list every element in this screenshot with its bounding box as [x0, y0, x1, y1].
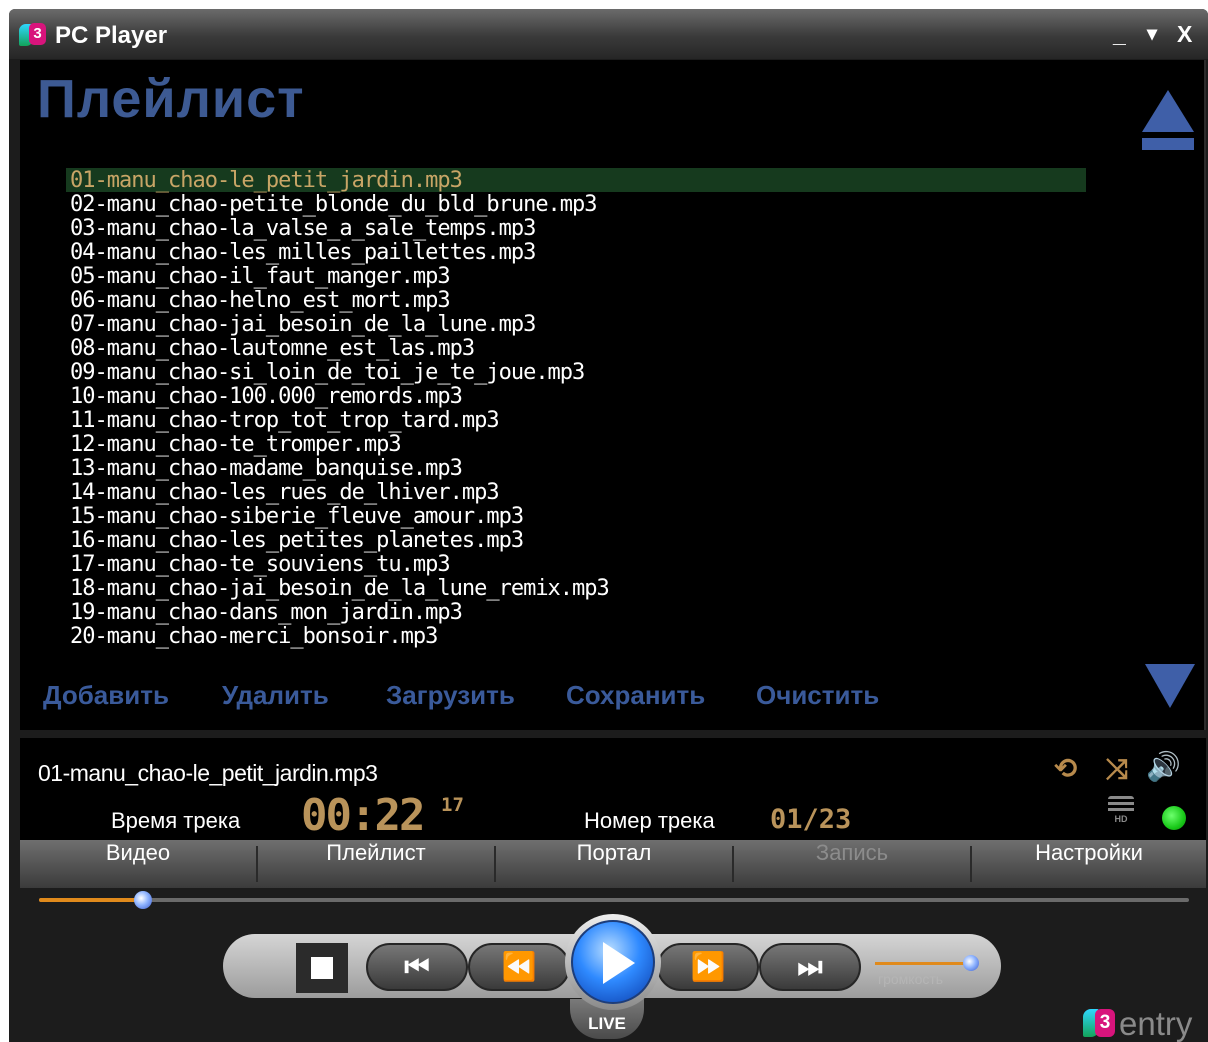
volume-handle[interactable] — [963, 955, 979, 971]
track-time: 00:22 — [301, 790, 425, 841]
dropdown-menu-button[interactable]: ▾ — [1147, 21, 1157, 47]
rewind-icon: ⏪ — [501, 950, 537, 983]
arrow-up-icon — [1142, 90, 1194, 132]
play-button[interactable] — [571, 920, 655, 1004]
seek-bar[interactable] — [39, 891, 1189, 909]
playlist-track-item[interactable]: 02-manu_chao-petite_blonde_du_bld_brune.… — [66, 192, 1086, 217]
next-track-button[interactable]: ⏭ — [759, 943, 861, 991]
scroll-down-button[interactable] — [1145, 664, 1195, 708]
title-bar[interactable]: 3 PC Player _ ▾ X — [9, 9, 1208, 59]
playlist-track-item[interactable]: 05-manu_chao-il_faut_manger.mp3 — [66, 264, 1086, 289]
playlist-track-item[interactable]: 19-manu_chao-dans_mon_jardin.mp3 — [66, 600, 1086, 625]
playlist-track-item[interactable]: 01-manu_chao-le_petit_jardin.mp3 — [66, 168, 1086, 193]
tab-video[interactable]: Видео — [20, 840, 256, 888]
playlist-track-item[interactable]: 12-manu_chao-te_tromper.mp3 — [66, 432, 1086, 457]
playlist-track-item[interactable]: 17-manu_chao-te_souviens_tu.mp3 — [66, 552, 1086, 577]
seek-progress — [39, 898, 143, 902]
fast-forward-button[interactable]: ⏩ — [657, 943, 759, 991]
track-time-fraction: 17 — [441, 794, 464, 816]
minimize-button[interactable]: _ — [1113, 21, 1126, 47]
playlist-track-item[interactable]: 14-manu_chao-les_rues_de_lhiver.mp3 — [66, 480, 1086, 505]
skip-forward-icon: ⏭ — [797, 950, 823, 983]
seek-handle[interactable] — [134, 891, 152, 909]
playlist-track-item[interactable]: 16-manu_chao-les_petites_planetes.mp3 — [66, 528, 1086, 553]
app-title: PC Player — [55, 22, 168, 49]
shuffle-icon[interactable]: ⤨ — [1106, 752, 1128, 786]
save-button[interactable]: Сохранить — [566, 680, 705, 711]
clear-button[interactable]: Очистить — [756, 680, 879, 711]
playlist-track-item[interactable]: 15-manu_chao-siberie_fleuve_amour.mp3 — [66, 504, 1086, 529]
tab-portal[interactable]: Портал — [496, 840, 732, 888]
add-button[interactable]: Добавить — [43, 680, 169, 711]
hd-icon[interactable]: HD — [1106, 796, 1136, 826]
playlist-track-item[interactable]: 04-manu_chao-les_milles_paillettes.mp3 — [66, 240, 1086, 265]
playlist-track-item[interactable]: 06-manu_chao-helno_est_mort.mp3 — [66, 288, 1086, 313]
playlist-heading: Плейлист — [37, 69, 305, 129]
playlist-panel: Плейлист 01-manu_chao-le_petit_jardin.mp… — [20, 60, 1206, 730]
track-time-label: Время трека — [111, 808, 241, 833]
volume-label: громкость — [878, 971, 944, 987]
repeat-icon[interactable]: ⟲ — [1054, 752, 1077, 785]
tab-record[interactable]: Запись — [734, 840, 970, 888]
skip-back-icon: ⏮ — [404, 950, 430, 983]
track-number-label: Номер трека — [584, 808, 715, 833]
playlist-track-item[interactable]: 08-manu_chao-lautomne_est_las.mp3 — [66, 336, 1086, 361]
delete-button[interactable]: Удалить — [222, 680, 329, 711]
close-button[interactable]: X — [1177, 21, 1192, 47]
track-number: 01/23 — [770, 804, 852, 835]
app-logo: 3 — [19, 22, 49, 48]
main-tabs: Видео Плейлист Портал Запись Настройки — [20, 840, 1206, 888]
playlist-track-item[interactable]: 10-manu_chao-100.000_remords.mp3 — [66, 384, 1086, 409]
playlist-track-item[interactable]: 09-manu_chao-si_loin_de_toi_je_te_joue.m… — [66, 360, 1086, 385]
playlist-track-item[interactable]: 18-manu_chao-jai_besoin_de_la_lune_remix… — [66, 576, 1086, 601]
now-playing-panel: 01-manu_chao-le_petit_jardin.mp3 Время т… — [20, 738, 1206, 841]
playlist-track-item[interactable]: 11-manu_chao-trop_tot_trop_tard.mp3 — [66, 408, 1086, 433]
scroll-up-button[interactable] — [1142, 90, 1194, 160]
playlist-track-item[interactable]: 03-manu_chao-la_valse_a_sale_temps.mp3 — [66, 216, 1086, 241]
playlist-track-item[interactable]: 07-manu_chao-jai_besoin_de_la_lune.mp3 — [66, 312, 1086, 337]
play-icon — [603, 942, 635, 984]
tab-settings[interactable]: Настройки — [972, 840, 1206, 888]
player-window: 3 PC Player _ ▾ X Плейлист 01-manu_chao-… — [9, 9, 1208, 1042]
stop-button[interactable] — [296, 943, 348, 993]
playlist-track-item[interactable]: 13-manu_chao-madame_banquise.mp3 — [66, 456, 1086, 481]
connection-status-indicator — [1162, 806, 1186, 830]
fast-forward-icon: ⏩ — [690, 950, 726, 983]
speaker-icon[interactable]: 🔊 — [1146, 750, 1181, 783]
volume-slider[interactable] — [875, 962, 967, 965]
load-button[interactable]: Загрузить — [386, 680, 515, 711]
brand-logo: 3 entry — [1083, 1005, 1208, 1042]
tab-playlist[interactable]: Плейлист — [258, 840, 494, 888]
rewind-button[interactable]: ⏪ — [468, 943, 570, 991]
playlist-track-item[interactable]: 20-manu_chao-merci_bonsoir.mp3 — [66, 624, 1086, 649]
track-list[interactable]: 01-manu_chao-le_petit_jardin.mp3 02-manu_… — [66, 168, 1086, 649]
previous-track-button[interactable]: ⏮ — [366, 943, 468, 991]
stop-icon — [311, 957, 333, 979]
now-playing-title: 01-manu_chao-le_petit_jardin.mp3 — [38, 760, 378, 786]
